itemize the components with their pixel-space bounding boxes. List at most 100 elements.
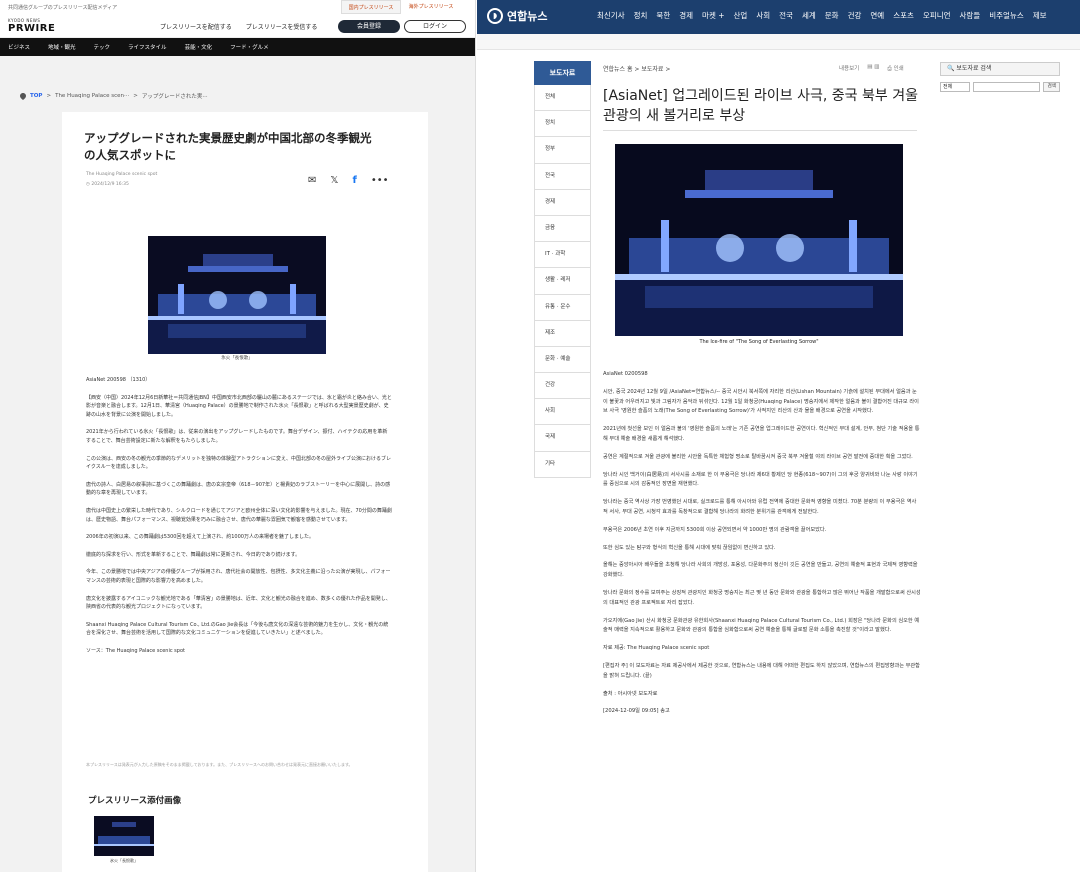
sidebar-item[interactable]: 전체 [534, 85, 591, 112]
search-title: 🔍 보도자료 검색 [940, 62, 1060, 76]
font-size-icon[interactable]: ▤ ▥ [867, 64, 879, 73]
print-label: 인쇄 [893, 66, 904, 72]
sidebar-item[interactable]: 유통 · 운수 [534, 294, 591, 321]
paragraph: 2006年の初演以来、この舞踊劇は5300回を超えて上演され、約1000万人の来… [86, 534, 314, 541]
nav-business[interactable]: ビジネス [8, 43, 30, 51]
breadcrumb-source[interactable]: The Huaqing Palace scen··· [55, 93, 129, 99]
sidebar-item[interactable]: 사회 [534, 399, 591, 426]
nav-item[interactable]: 북한 [656, 10, 670, 21]
article-source[interactable]: The Huaqing Palace scenic spot [86, 172, 157, 177]
breadcrumb[interactable]: 연합뉴스 홈 > 보도자료 > [603, 64, 670, 73]
nav-item[interactable]: 최신기사 [597, 10, 625, 21]
nav-region[interactable]: 地域・観光 [48, 43, 76, 51]
top-bar: 共同通信グループのプレスリリース配信メディア 国内プレスリリース 海外プレスリリ… [0, 0, 475, 14]
nav-item[interactable]: 연예 [870, 10, 884, 21]
location-pin-icon [20, 92, 26, 100]
category-nav: ビジネス 地域・観光 テック ライフスタイル 芸能・文化 フード・グルメ [0, 38, 475, 56]
search-input[interactable] [972, 82, 1041, 92]
yonhap-emblem-icon: ◗ [487, 8, 503, 24]
search-button[interactable]: 검색 [1043, 82, 1061, 92]
press-search-box: 🔍 보도자료 검색 전체 검색 [940, 62, 1061, 92]
sidebar-item[interactable]: 경제 [534, 189, 591, 216]
nav-entertainment[interactable]: 芸能・文化 [185, 43, 213, 51]
sidebar-item[interactable]: 정부 [534, 137, 591, 164]
attachment-thumbnail[interactable] [94, 816, 154, 856]
breadcrumb-sep: > [46, 93, 52, 99]
tab-overseas[interactable]: 海外プレスリリース [401, 0, 461, 14]
paragraph: 또한 심도 있는 탐구와 형식의 혁신을 통해 시대에 맞춰 끊임없이 변신하고… [603, 544, 776, 551]
sidebar-item[interactable]: 건강 [534, 373, 591, 400]
sidebar-item[interactable]: 전국 [534, 163, 591, 190]
nav-item[interactable]: 경제 [679, 10, 693, 21]
nav-item[interactable]: 정치 [634, 10, 648, 21]
sidebar-item[interactable]: IT · 과학 [534, 242, 591, 269]
nav-item[interactable]: 오피니언 [923, 10, 951, 21]
more-icon[interactable]: ••• [371, 176, 389, 186]
paragraph: 당나라는 중국 역사상 가장 번영했던 시대로, 실크로드를 통해 아시아와 유… [603, 499, 917, 515]
paragraph: 당나라 문화의 정수를 보여주는 상징적 관광지인 화청궁 명승지는 최근 몇 … [603, 589, 921, 606]
nav-item[interactable]: 문화 [825, 10, 839, 21]
header-links: プレスリリースを配信する プレスリリースを受信する [160, 22, 317, 31]
article-title: アップグレードされた実景歴史劇が中国北部の冬季観光の人気スポットに [84, 131, 372, 162]
facebook-icon[interactable]: f [352, 176, 356, 186]
thumbnail-picture [94, 816, 154, 856]
nav-tech[interactable]: テック [94, 43, 111, 51]
view-button[interactable]: 내용보기 [839, 64, 859, 73]
search-icon: 🔍 [947, 65, 955, 72]
article-image[interactable] [148, 236, 326, 354]
search-title-text: 보도자료 검색 [956, 65, 992, 72]
paragraph: 唐代の詩人、白居易の叙事詩に基づくこの舞踊劇は、唐の玄宗皇帝（618－907年）… [86, 481, 391, 497]
x-icon[interactable]: 𝕏 [330, 176, 338, 186]
stage-performance-picture [148, 236, 326, 354]
divider [603, 130, 917, 131]
breadcrumb-top[interactable]: TOP [30, 93, 42, 99]
nav-item[interactable]: 스포츠 [893, 10, 914, 21]
sidebar-item[interactable]: 제조 [534, 320, 591, 347]
yonhap-logo[interactable]: ◗ 연합뉴스 [487, 8, 547, 24]
nav-item[interactable]: 사회 [756, 10, 770, 21]
prwire-logo[interactable]: KYODO NEWS PRWIRE [8, 18, 68, 34]
yonhap-window: ◗ 연합뉴스 최신기사 정치 북한 경제 마켓 + 산업 사회 전국 세계 문화… [477, 0, 1080, 872]
article-date: ◷ 2024/12/9 16:35 [86, 182, 129, 187]
nav-lifestyle[interactable]: ライフスタイル [128, 43, 167, 51]
print-button[interactable]: ⎙ 인쇄 [887, 64, 903, 73]
sidebar-item[interactable]: 생활 · 레저 [534, 268, 591, 295]
register-button[interactable]: 会員登録 [338, 20, 400, 33]
nav-food[interactable]: フード・グルメ [230, 43, 269, 51]
search-scope-select[interactable]: 전체 [940, 82, 970, 92]
tagline: 共同通信グループのプレスリリース配信メディア [8, 5, 118, 11]
nav-item[interactable]: 비주얼뉴스 [989, 10, 1024, 21]
search-row: 전체 검색 [940, 82, 1061, 92]
image-caption: 氷火「長恨歌」 [221, 356, 253, 361]
sidebar-item[interactable]: 기타 [534, 451, 591, 478]
paragraph: [2024-12-09일 09:05] 송고 [603, 708, 670, 715]
article-image[interactable] [615, 144, 903, 336]
paragraph: 자료 제공: The Huaqing Palace scenic spot [603, 645, 710, 652]
mail-icon[interactable]: ✉ [308, 176, 316, 186]
nav-item[interactable]: 사람들 [960, 10, 981, 21]
sidebar-item[interactable]: 정치 [534, 111, 591, 138]
press-sidebar: 보도자료 전체 정치 정부 전국 경제 금융 IT · 과학 생활 · 레저 유… [534, 61, 591, 478]
tab-domestic[interactable]: 国内プレスリリース [341, 0, 401, 14]
nav-item[interactable]: 전국 [779, 10, 793, 21]
article-tools: 내용보기 ▤ ▥ ⎙ 인쇄 [839, 64, 904, 73]
sidebar-item[interactable]: 금융 [534, 215, 591, 243]
nav-item[interactable]: 세계 [802, 10, 816, 21]
nav-item[interactable]: 제보 [1033, 10, 1047, 21]
sidebar-item[interactable]: 국제 [534, 425, 591, 452]
nav-item[interactable]: 마켓 + [702, 10, 724, 21]
main-nav: 최신기사 정치 북한 경제 마켓 + 산업 사회 전국 세계 문화 건강 연예 … [597, 10, 1047, 21]
paragraph: 당나라 시인 백거이(白居易)의 서사시를 소재로 한 이 무용극은 당나라 제… [603, 471, 918, 488]
login-button[interactable]: ログイン [404, 20, 466, 33]
paragraph: 唐代は中国史上の繁栄した時代であり、シルクロードを通じてアジアと欧州全体に深い文… [86, 507, 392, 523]
sidebar-item[interactable]: 문화 · 예술 [534, 346, 591, 374]
send-release-link[interactable]: プレスリリースを配信する [160, 22, 232, 31]
nav-item[interactable]: 산업 [734, 10, 748, 21]
receive-release-link[interactable]: プレスリリースを受信する [246, 22, 318, 31]
article-body: AsiaNet 200598 （1310） 【西安（中国）2024年12月6日新… [86, 376, 392, 664]
disclaimer: 本プレスリリースは発表元が入力した原稿をそのまま掲載しております。また、プレスリ… [86, 762, 353, 767]
paragraph: 2021년에 첫선을 보인 이 얼음과 불의 '영원한 슬픔의 노래'는 기존 … [603, 426, 920, 442]
article-body: AsiaNet 0200598 시안, 중국 2024년 12월 9일 /Asi… [603, 370, 921, 725]
attachments-heading: プレスリリース添付画像 [88, 796, 182, 806]
nav-item[interactable]: 건강 [848, 10, 862, 21]
